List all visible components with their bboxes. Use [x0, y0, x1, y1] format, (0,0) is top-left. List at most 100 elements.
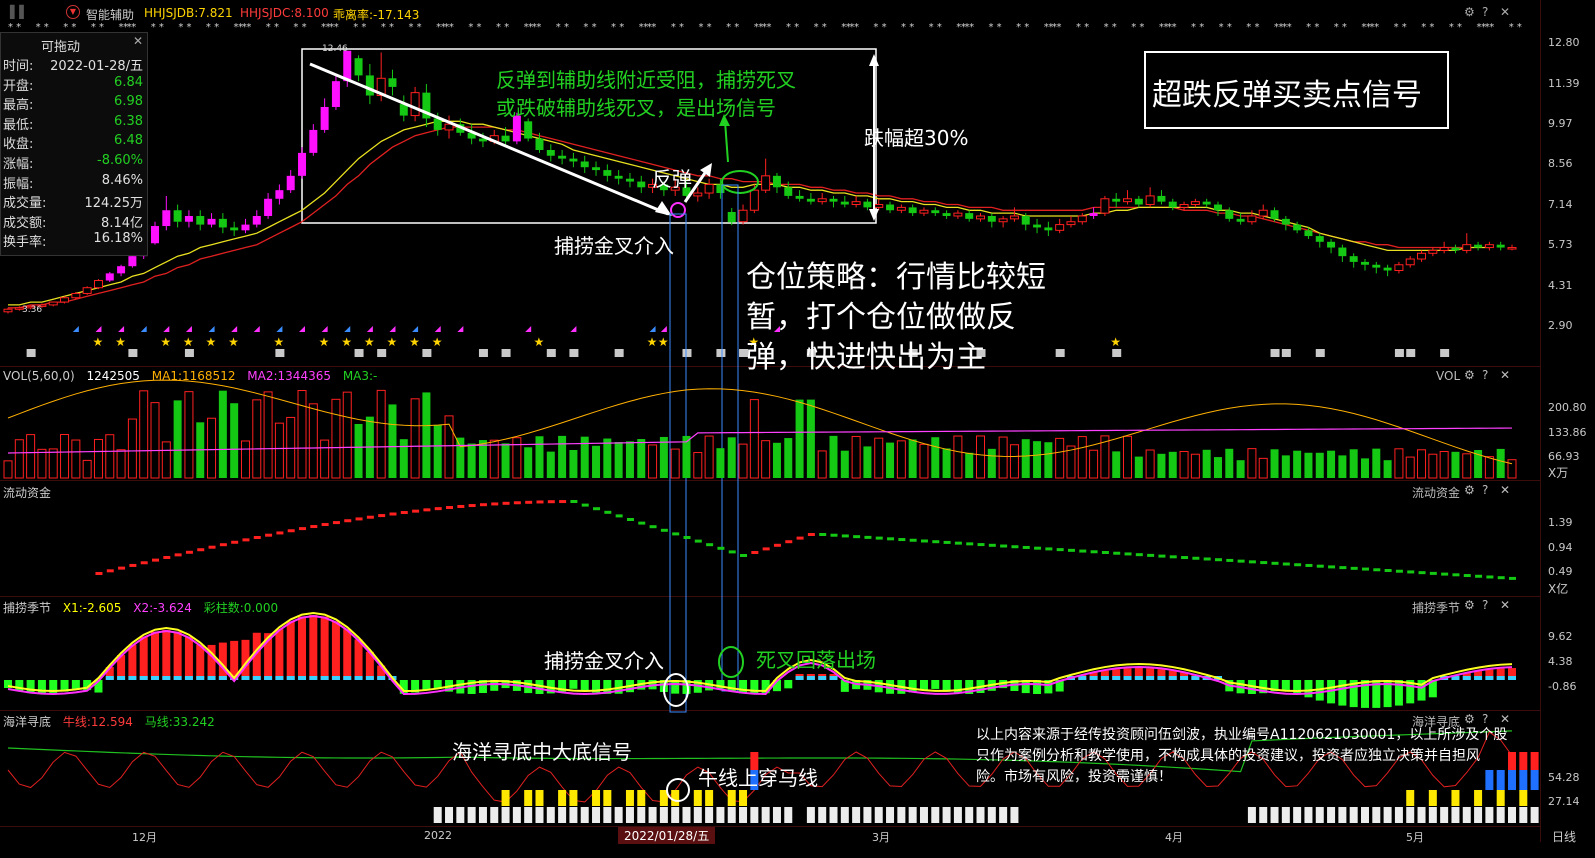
catch-bar-base	[795, 676, 804, 680]
help-icon[interactable]: ?	[1482, 483, 1488, 497]
flow-dash	[468, 504, 476, 508]
catch-tick: -0.86	[1548, 680, 1577, 693]
right-axis-line	[1540, 0, 1541, 842]
info-value: 6.48	[114, 133, 143, 149]
candle-body	[1225, 210, 1234, 219]
volume-bar	[342, 391, 352, 479]
flow-dash	[717, 546, 725, 550]
volume-bar	[908, 439, 917, 478]
candle-body	[1315, 236, 1324, 242]
candle-body	[784, 187, 793, 196]
ocean-bar-yellow	[603, 790, 612, 806]
ocean-bar	[1530, 807, 1539, 823]
signal-box	[501, 349, 511, 357]
ocean-tick: 27.14	[1548, 795, 1580, 808]
catch-right-title: 捕捞季节	[1412, 601, 1461, 615]
candle-body	[320, 106, 329, 130]
volume-bar	[1439, 450, 1449, 479]
signal-box	[128, 349, 138, 357]
info-label: 开盘:	[3, 78, 34, 94]
enter-note-main: 捕捞金叉介入	[554, 234, 674, 258]
flow-dash	[1237, 559, 1245, 563]
flow-dash	[1000, 544, 1008, 548]
info-value: 6.84	[114, 74, 143, 90]
volume-bar	[942, 448, 951, 478]
flow-dash	[287, 529, 295, 533]
candle-body	[1451, 247, 1460, 251]
ocean-bar-yellow	[1474, 790, 1483, 806]
drop-arrow-top	[869, 54, 879, 66]
volume-tick: 133.86	[1548, 426, 1587, 439]
close-icon[interactable]: ✕	[1500, 483, 1510, 497]
period-button[interactable]: 日线	[1552, 828, 1576, 845]
volume-bar	[546, 451, 555, 478]
signal-box	[569, 349, 579, 357]
flow-dash	[796, 536, 804, 540]
top-marker: * *	[1421, 22, 1434, 33]
title-box-text: 超跌反弹买卖点信号	[1152, 78, 1422, 113]
ocean-bar-yellow	[637, 790, 646, 806]
ocean-bar	[1315, 807, 1324, 823]
candle-body	[1033, 224, 1042, 228]
ocean-bar-red	[1508, 752, 1516, 770]
volume-bar	[37, 448, 47, 479]
signal-star: ★	[533, 335, 544, 349]
candle-body	[1021, 215, 1030, 225]
help-icon[interactable]: ?	[1482, 368, 1488, 382]
candle-body	[1496, 244, 1505, 248]
candle-body	[1304, 230, 1313, 237]
catch-title: 捕捞季节	[3, 601, 52, 615]
volume-bar	[1190, 453, 1200, 479]
catch-bars: 彩柱数:0.000	[203, 601, 279, 615]
candle-body	[580, 161, 589, 168]
signal-box	[1394, 349, 1404, 357]
bull-cross-note: 牛线上穿马线	[698, 766, 818, 790]
flow-dash	[1045, 547, 1053, 551]
volume-bar	[829, 435, 838, 478]
flow-dash	[988, 543, 996, 547]
volume-bar	[874, 437, 884, 479]
volume-bar	[139, 390, 149, 479]
candle-body	[953, 212, 963, 217]
signal-box	[546, 349, 556, 357]
top-marker: * *	[206, 22, 219, 33]
close-icon[interactable]: ✕	[1500, 598, 1510, 612]
flow-dash	[434, 507, 442, 511]
volume-bar	[738, 443, 748, 479]
volume-bar	[896, 440, 906, 479]
info-panel[interactable]: 可拖动 ✕ 时间: 2022-01-28/五 开盘: 6.84 最高: 6.98 最低: 6.…	[0, 32, 148, 256]
ocean-bar	[1519, 807, 1528, 823]
volume-bar	[1033, 441, 1042, 478]
volume-bar	[1009, 444, 1019, 479]
info-panel-title[interactable]: 可拖动	[41, 36, 80, 55]
volume-bar	[376, 389, 386, 479]
settings-icon[interactable]: ⚙	[1464, 483, 1475, 497]
catch-bar-base	[1474, 676, 1483, 680]
top-marker: * *	[643, 22, 656, 33]
volume-bar	[1293, 450, 1302, 478]
ocean-bar	[931, 807, 940, 823]
flow-dash	[1418, 571, 1426, 575]
close-icon[interactable]: ✕	[1500, 368, 1510, 382]
candle-body	[1236, 218, 1245, 222]
ocean-bar-yellow	[1451, 790, 1460, 806]
help-icon[interactable]: ?	[1482, 598, 1488, 612]
close-icon[interactable]: ✕	[133, 34, 143, 48]
ocean-bar-yellow	[705, 790, 714, 806]
ocean-bar-blue	[1519, 770, 1528, 790]
top-marker: * *	[1246, 22, 1259, 33]
catch-bar-base	[105, 676, 114, 680]
settings-icon[interactable]: ⚙	[1464, 598, 1475, 612]
flow-dash	[773, 543, 781, 547]
volume-bar	[953, 435, 963, 479]
flow-dash	[1034, 546, 1042, 550]
signal-triangle	[185, 326, 192, 332]
ocean-bar	[524, 807, 533, 823]
flow-dash	[1079, 549, 1087, 553]
volume-bar	[1451, 451, 1460, 478]
settings-icon[interactable]: ⚙	[1464, 368, 1475, 382]
catch-bar-base	[252, 676, 261, 680]
volume-bar	[207, 417, 217, 479]
flow-dash	[751, 551, 759, 554]
info-value: -8.60%	[97, 153, 143, 168]
